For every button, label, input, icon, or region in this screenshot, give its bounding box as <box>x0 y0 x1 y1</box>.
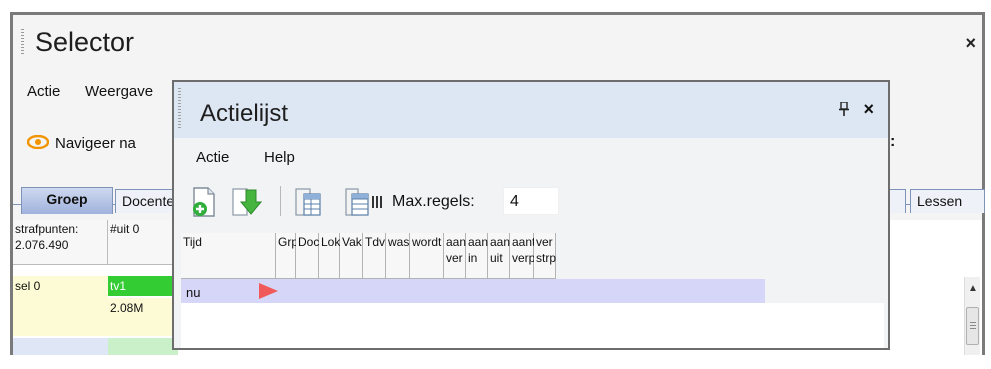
column-header-aant-uit[interactable]: aant uit <box>488 233 513 279</box>
column-header-wordt[interactable]: wordt <box>410 233 444 279</box>
tab-groep[interactable]: Groep <box>21 187 113 214</box>
thumb-grip-icon <box>970 322 976 329</box>
table-row[interactable]: nu <box>181 279 765 303</box>
header-strafpunten: strafpunten: 2.076.490 <box>13 220 108 265</box>
column-header-tdv[interactable]: Tdv <box>363 233 386 279</box>
tab-lessen[interactable]: Lessen <box>910 189 985 213</box>
menu-actie[interactable]: Actie <box>27 83 60 100</box>
column-header-lok[interactable]: Lok <box>319 233 340 279</box>
menu-actie[interactable]: Actie <box>196 149 229 166</box>
vertical-scrollbar[interactable]: ▲ <box>964 277 980 355</box>
toolbar-colon: : <box>890 133 896 150</box>
column-header-aant-in[interactable]: aant in <box>466 233 491 279</box>
max-regels-input[interactable]: 4 <box>503 187 559 215</box>
menu-help[interactable]: Help <box>264 149 295 166</box>
row-tijd: nu <box>186 285 201 300</box>
actielijst-window: Actielijst × Actie Help Max.regels: 4 Ti… <box>172 80 890 350</box>
pin-icon[interactable] <box>838 102 850 116</box>
column-header-aant-verp[interactable]: aant verp <box>510 233 535 279</box>
column-header-doc[interactable]: Doc <box>296 233 319 279</box>
columns-settings-icon[interactable] <box>342 186 384 218</box>
download-arrow-icon[interactable] <box>230 186 262 218</box>
column-header-was[interactable]: was <box>386 233 410 279</box>
window-grip[interactable] <box>21 29 24 55</box>
navigate-button[interactable]: Navigeer na <box>55 135 136 152</box>
max-regels-label: Max.regels: <box>392 193 475 210</box>
play-triangle-icon[interactable] <box>257 282 279 300</box>
actielijst-empty-area <box>181 303 884 348</box>
header-filler <box>556 233 765 279</box>
row-cell-next[interactable] <box>13 338 108 355</box>
scroll-thumb[interactable] <box>966 307 979 345</box>
actielijst-title: Actielijst <box>200 100 289 127</box>
scroll-up-icon[interactable]: ▲ <box>968 283 978 294</box>
column-header-tijd[interactable]: Tijd <box>181 233 276 279</box>
column-header-aant-ver[interactable]: aant ver <box>444 233 469 279</box>
selector-title: Selector <box>35 27 135 57</box>
window-grip[interactable] <box>178 88 181 128</box>
row-cell-size[interactable]: 2.08M <box>108 298 178 336</box>
actielijst-close-button[interactable]: × <box>863 99 874 120</box>
table-icon[interactable] <box>292 186 324 218</box>
actielijst-titlebar[interactable]: Actielijst × <box>174 82 888 138</box>
column-header-grp[interactable]: Grp <box>276 233 298 279</box>
column-header-vak[interactable]: Vak <box>340 233 363 279</box>
row-cell-next-green[interactable] <box>108 338 178 355</box>
actielijst-toolbar: Max.regels: 4 <box>174 182 888 222</box>
header-uit: #uit 0 <box>108 220 178 265</box>
row-cell-tv1[interactable]: tv1 <box>108 276 178 296</box>
eye-icon <box>27 135 49 149</box>
row-cell-sel[interactable]: sel 0 <box>13 276 108 336</box>
actielijst-menubar: Actie Help <box>174 144 888 174</box>
selector-close-button[interactable]: × <box>965 33 976 54</box>
menu-weergave[interactable]: Weergave <box>85 83 153 100</box>
new-document-icon[interactable] <box>188 186 220 218</box>
column-header-ver-strp[interactable]: ver strp <box>534 233 556 279</box>
toolbar-separator <box>280 186 281 216</box>
